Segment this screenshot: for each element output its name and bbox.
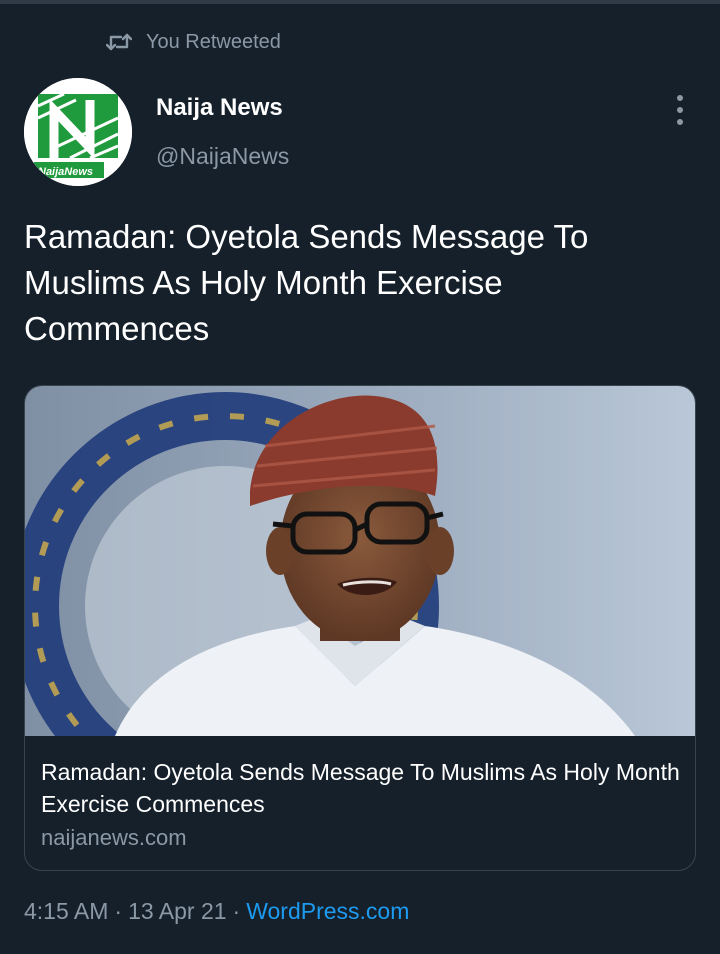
avatar-logo-text: NaijaNews xyxy=(38,166,93,178)
top-divider xyxy=(0,0,720,4)
retweet-label: You Retweeted xyxy=(146,30,281,53)
tweet-text: Ramadan: Oyetola Sends Message To Muslim… xyxy=(24,218,589,347)
author-avatar[interactable]: NaijaNews xyxy=(24,78,132,186)
author-display-name[interactable]: Naija News xyxy=(156,94,283,122)
retweet-icon xyxy=(106,31,132,53)
author-handle[interactable]: @NaijaNews xyxy=(156,143,289,170)
link-preview-card[interactable]: Ramadan: Oyetola Sends Message To Muslim… xyxy=(24,385,696,871)
card-title: Ramadan: Oyetola Sends Message To Muslim… xyxy=(41,759,680,817)
tweet-date: 13 Apr 21 xyxy=(128,898,227,924)
more-options-button[interactable] xyxy=(664,92,696,128)
meta-separator: · xyxy=(232,898,241,924)
tweet-meta: 4:15 AM · 13 Apr 21 · WordPress.com xyxy=(24,898,409,925)
more-vertical-icon xyxy=(677,95,683,101)
tweet-time: 4:15 AM xyxy=(24,898,109,924)
tweet-source-link[interactable]: WordPress.com xyxy=(246,898,409,925)
card-domain: naijanews.com xyxy=(41,825,187,850)
card-image xyxy=(25,386,695,736)
meta-separator: · xyxy=(114,898,123,924)
retweet-context: You Retweeted xyxy=(106,28,281,56)
